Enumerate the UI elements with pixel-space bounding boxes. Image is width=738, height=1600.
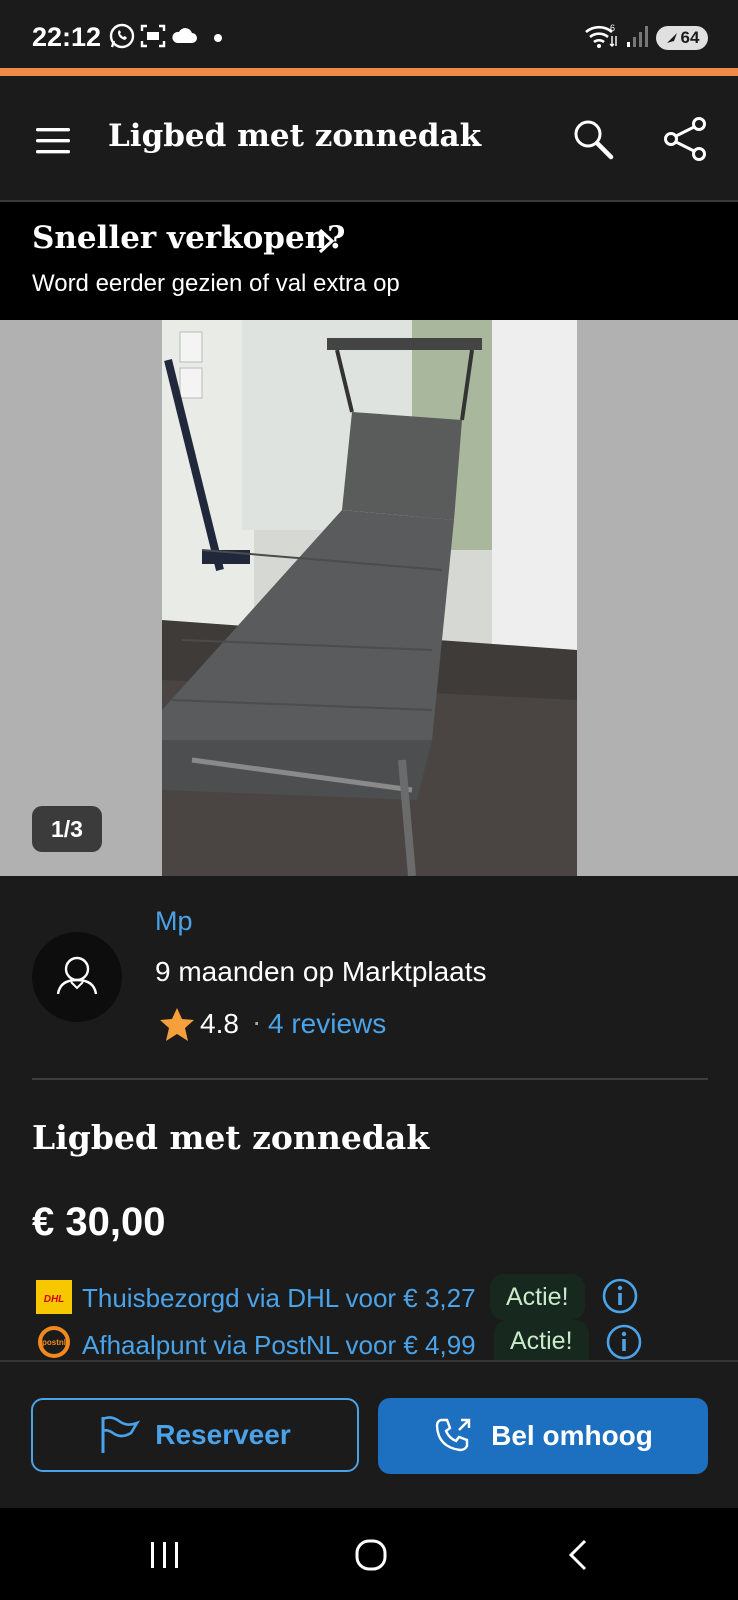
call-label: Bel omhoog (491, 1420, 653, 1451)
search-icon[interactable] (572, 118, 616, 162)
chevron-right-icon[interactable] (314, 226, 338, 256)
call-button[interactable]: Bel omhoog (378, 1398, 708, 1474)
user-icon (56, 956, 98, 995)
back-icon[interactable] (566, 1538, 590, 1572)
listing-price: € 30,00 (32, 1200, 166, 1244)
listing-photo[interactable] (162, 320, 577, 876)
screenshot-icon (140, 24, 166, 48)
shipping-option-postnl[interactable]: Afhaalpunt via PostNL voor € 4,99 (82, 1330, 476, 1361)
promo-badge: Actie! (494, 1320, 589, 1362)
accent-line (0, 68, 738, 76)
photo-counter: 1/3 (32, 806, 102, 852)
reserve-label: Reserveer (155, 1419, 291, 1450)
home-icon[interactable] (354, 1538, 388, 1572)
reviews-link[interactable]: 4 reviews (268, 1008, 386, 1040)
info-icon[interactable] (602, 1278, 638, 1314)
seller-membership: 9 maanden op Marktplaats (155, 956, 487, 987)
signal-icon (627, 26, 648, 47)
battery-level: 64 (680, 28, 700, 47)
dhl-logo-icon: DHL (36, 1280, 72, 1314)
whatsapp-icon (109, 23, 135, 49)
menu-icon[interactable] (34, 126, 74, 156)
seller-avatar[interactable] (32, 932, 122, 1022)
promo-title[interactable]: Sneller verkopen? (32, 220, 345, 256)
image-gallery[interactable] (0, 320, 738, 876)
battery-icon: 64 (656, 26, 708, 50)
listing-title: Ligbed met zonnedak (32, 1118, 430, 1157)
reserve-button[interactable]: Reserveer (31, 1398, 359, 1472)
dhl-logo-text: DHL (44, 1294, 65, 1305)
divider (0, 1360, 738, 1362)
postnl-logo-text: postnl (42, 1338, 66, 1347)
shipping-option-dhl[interactable]: Thuisbezorgd via DHL voor € 3,27 (82, 1283, 476, 1314)
info-icon[interactable] (606, 1324, 642, 1360)
dot-icon (214, 34, 222, 42)
share-icon[interactable] (662, 116, 708, 162)
star-icon (160, 1008, 194, 1041)
seller-name[interactable]: Mp (155, 906, 193, 937)
cloud-icon (172, 28, 197, 43)
wifi-icon: 6 (585, 23, 617, 48)
promo-subtitle: Word eerder gezien of val extra op (32, 270, 400, 297)
rating-value: 4.8 (200, 1008, 239, 1039)
status-time: 22:12 (32, 22, 102, 52)
promo-badge: Actie! (490, 1274, 585, 1320)
postnl-logo-icon: postnl (38, 1326, 70, 1358)
svg-text:6: 6 (610, 23, 615, 33)
recent-apps-icon[interactable] (148, 1540, 182, 1570)
phone-callback-icon (435, 1418, 471, 1452)
flag-icon (101, 1416, 141, 1453)
app-title: Ligbed met zonnedak (108, 118, 482, 154)
rating-separator: · (252, 1006, 262, 1037)
divider (32, 1078, 708, 1080)
